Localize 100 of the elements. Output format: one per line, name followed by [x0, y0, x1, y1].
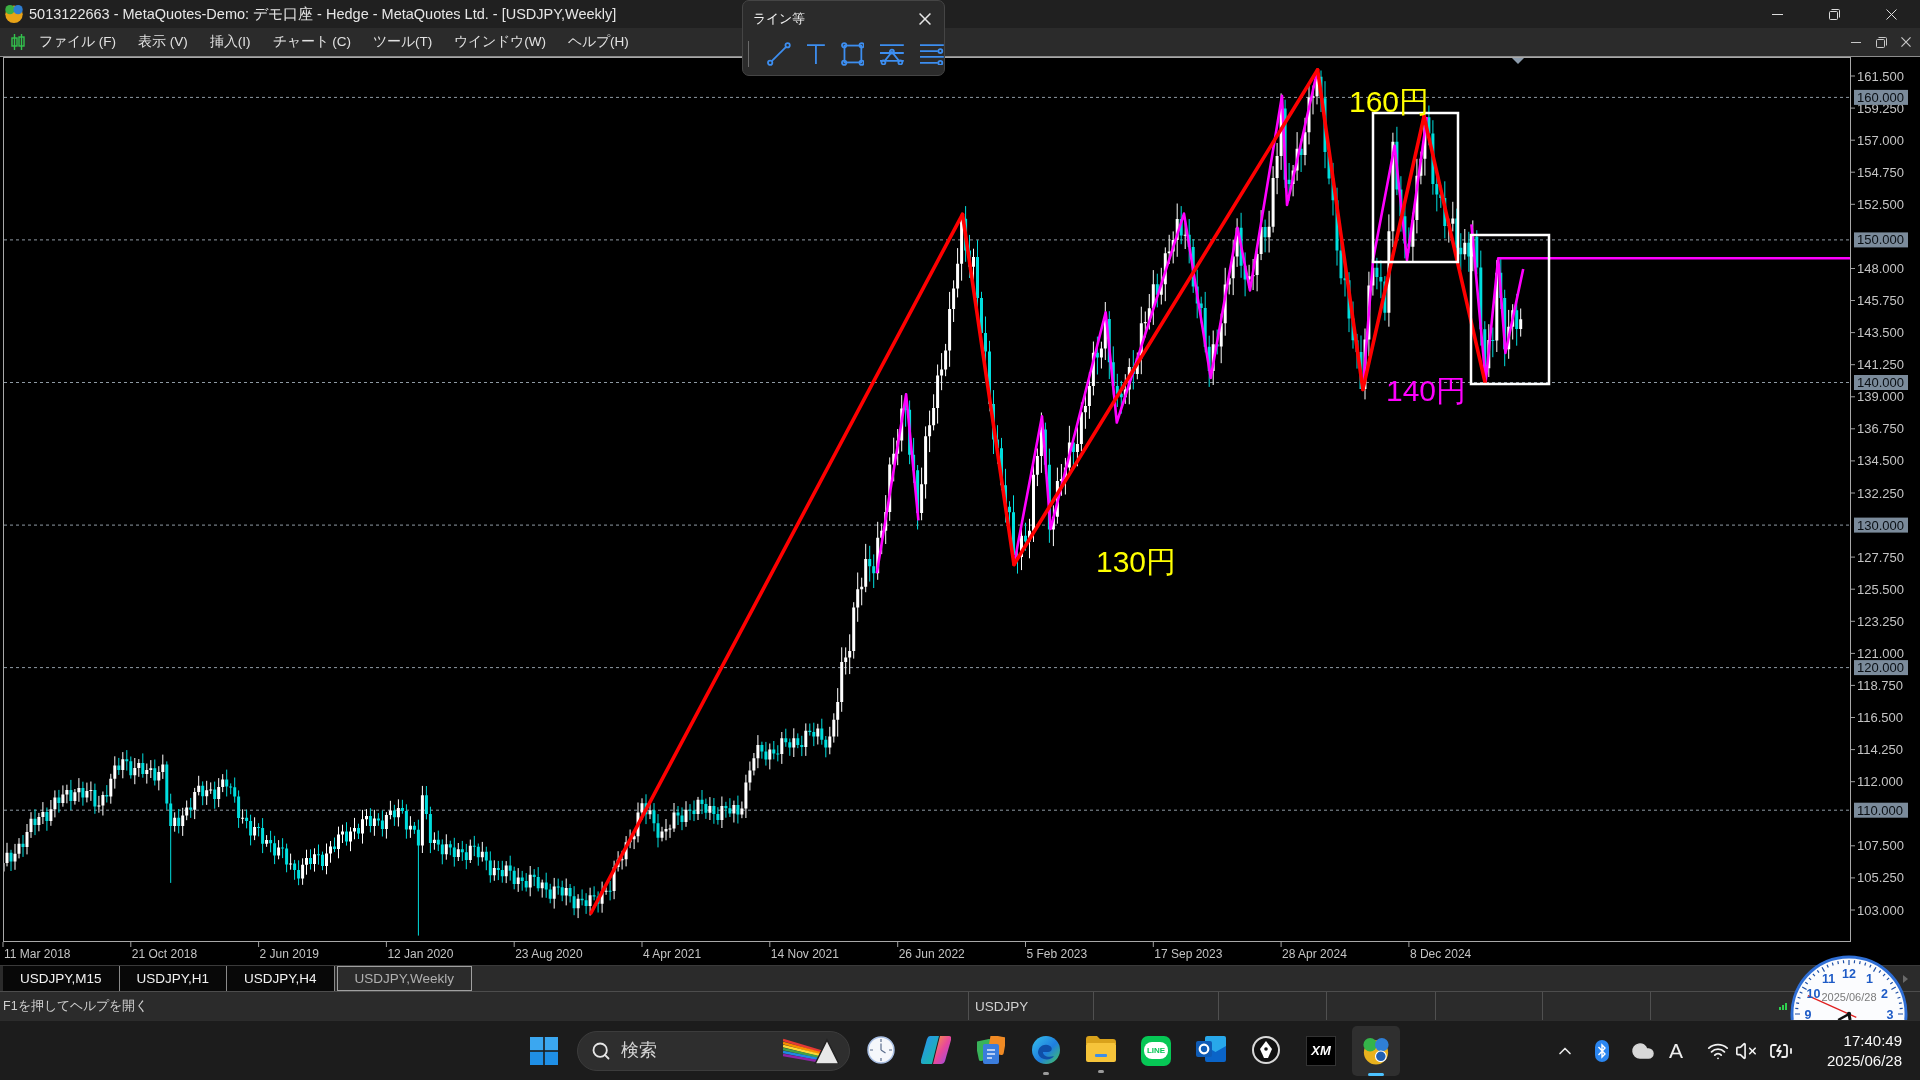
clock-numeral: 1: [1866, 972, 1873, 986]
price-axis-label: 145.750: [1857, 293, 1904, 308]
price-axis-label: 132.250: [1857, 485, 1904, 501]
status-hint: F1を押してヘルプを開く: [2, 997, 149, 1015]
swirl-logo-icon: [1032, 1035, 1060, 1064]
date-axis-label: 12 Jan 2020: [387, 947, 454, 961]
price-level-tag: 130.000: [1854, 517, 1908, 533]
windows-logo-icon: [530, 1036, 558, 1065]
date-axis-label: 8 Dec 2024: [1409, 947, 1472, 961]
chart-tab[interactable]: USDJPY,Weekly: [336, 966, 472, 991]
menu-item[interactable]: ヘルプ(H): [562, 30, 635, 54]
clock-time[interactable]: 17:40:49: [1843, 1032, 1902, 1049]
search-input[interactable]: 検索: [621, 1037, 773, 1064]
panel-close-button[interactable]: [918, 12, 932, 26]
taskbar-app-button[interactable]: XM: [1297, 1025, 1345, 1076]
tab-scroll-arrow-icon[interactable]: [1903, 974, 1908, 983]
menu-item[interactable]: ファイル (F): [33, 30, 122, 54]
price-axis-label: 136.750: [1857, 421, 1904, 437]
clock-icon: [867, 1035, 895, 1064]
price-axis-label: 103.000: [1857, 902, 1904, 918]
close-icon: [919, 13, 931, 25]
chart-restore-button[interactable]: [1875, 36, 1887, 48]
taskbar-app-button[interactable]: [1352, 1025, 1400, 1076]
rainbow-prism-icon: [783, 1037, 839, 1064]
menu-item[interactable]: ツール(T): [367, 30, 439, 54]
menu-item[interactable]: チャート (C): [266, 30, 357, 54]
chart-tab[interactable]: USDJPY,M15: [3, 966, 120, 991]
connection-bars-icon: [1779, 1002, 1787, 1010]
date-axis-label: 26 Jun 2022: [898, 947, 965, 961]
price-axis-label: 157.000: [1857, 132, 1904, 148]
price-axis-label: 143.500: [1857, 325, 1904, 341]
minimize-icon: [1851, 41, 1861, 43]
price-axis-label: 154.750: [1857, 164, 1904, 180]
close-icon: [1886, 8, 1897, 20]
clock-numeral: 9: [1804, 1007, 1812, 1020]
menu-item[interactable]: ウインドウ(W): [448, 30, 552, 54]
price-axis-label: 121.000: [1857, 645, 1904, 661]
clock-date-label: 2025/06/28: [1821, 991, 1877, 1003]
search-icon: [591, 1040, 611, 1061]
price-axis-label: 105.250: [1857, 870, 1904, 886]
line-tool-icon[interactable]: [767, 42, 791, 66]
panel-title: ライン等: [753, 10, 805, 28]
mail-logo-icon: [1196, 1035, 1226, 1062]
date-axis-label: 5 Feb 2023: [1026, 947, 1088, 961]
app-logo-icon: [5, 5, 23, 23]
pen-nib-icon: [1252, 1035, 1280, 1064]
date-axis-label: 4 Apr 2021: [643, 947, 702, 961]
price-axis-label: 141.250: [1857, 357, 1904, 373]
chart-shift-marker-icon: [1512, 58, 1524, 64]
price-annotation: 140円: [1386, 374, 1467, 407]
price-axis-label: 148.000: [1857, 261, 1904, 276]
restore-icon: [1829, 8, 1840, 20]
chart-close-button[interactable]: [1900, 36, 1912, 48]
clock-numeral: 10: [1806, 987, 1821, 1001]
price-axis-label: 125.500: [1857, 581, 1904, 597]
candlestick-icon: [11, 34, 25, 50]
price-level-tag: 160.000: [1854, 89, 1908, 105]
clock-numeral: 2: [1881, 987, 1888, 1001]
text-tool-icon[interactable]: [806, 44, 825, 64]
clock-numeral: 11: [1821, 972, 1836, 986]
price-axis-label: 118.750: [1857, 677, 1904, 693]
circles-logo-icon: [1361, 1035, 1391, 1065]
menu-item[interactable]: 挿入(I): [203, 30, 257, 54]
price-axis-label: 107.500: [1857, 838, 1904, 854]
parallel-lines-tool-icon[interactable]: [920, 43, 944, 65]
close-icon: [1901, 37, 1911, 47]
price-axis-label: 161.500: [1857, 68, 1904, 84]
price-level-tag: 110.000: [1854, 802, 1908, 818]
price-level-tag: 150.000: [1854, 232, 1908, 248]
document-stack-icon: [977, 1035, 1005, 1064]
price-axis-label: 116.500: [1857, 710, 1904, 725]
rectangle-tool-icon[interactable]: [840, 42, 865, 66]
price-axis-label: 127.750: [1857, 549, 1904, 565]
clock-numeral: 3: [1886, 1007, 1894, 1020]
date-axis-label: 21 Oct 2018: [131, 947, 198, 961]
restore-icon: [1875, 36, 1887, 48]
chat-app-logo: LINE: [1141, 1035, 1171, 1066]
price-axis-label: 112.000: [1857, 774, 1904, 790]
date-axis-label: 28 Apr 2024: [1282, 947, 1347, 961]
chart-tab[interactable]: USDJPY,H1: [119, 966, 228, 991]
price-annotation: 160円: [1349, 85, 1430, 118]
menu-item[interactable]: 表示 (V): [132, 30, 194, 54]
date-axis-label: 2 Jun 2019: [259, 947, 319, 961]
date-axis-label: 17 Sep 2023: [1154, 947, 1223, 961]
date-axis-label: 23 Aug 2020: [515, 947, 583, 961]
date-axis-label: 11 Mar 2018: [4, 947, 71, 961]
slanted-bars-logo-icon: [921, 1035, 951, 1064]
folder-icon: [1086, 1035, 1116, 1062]
window-title: 5013122663 - MetaQuotes-Demo: デモ口座 - Hedge - MetaQuotes Ltd. - [USDJPY,Weekly]: [29, 4, 617, 24]
trading-app-logo: XM: [1306, 1035, 1336, 1066]
bluetooth-icon[interactable]: [1594, 1039, 1609, 1062]
chart-tab[interactable]: USDJPY,H4: [227, 966, 335, 991]
minimize-icon: [1772, 13, 1783, 15]
price-axis-label: 139.000: [1857, 389, 1904, 405]
channel-lines-tool-icon[interactable]: [880, 43, 905, 65]
price-annotation: 130円: [1096, 545, 1177, 578]
input-mode-indicator[interactable]: A: [1668, 1038, 1683, 1063]
search-field[interactable]: 検索: [577, 1030, 850, 1071]
clock-date[interactable]: 2025/06/28: [1826, 1052, 1902, 1069]
price-axis-label: 114.250: [1857, 742, 1904, 758]
